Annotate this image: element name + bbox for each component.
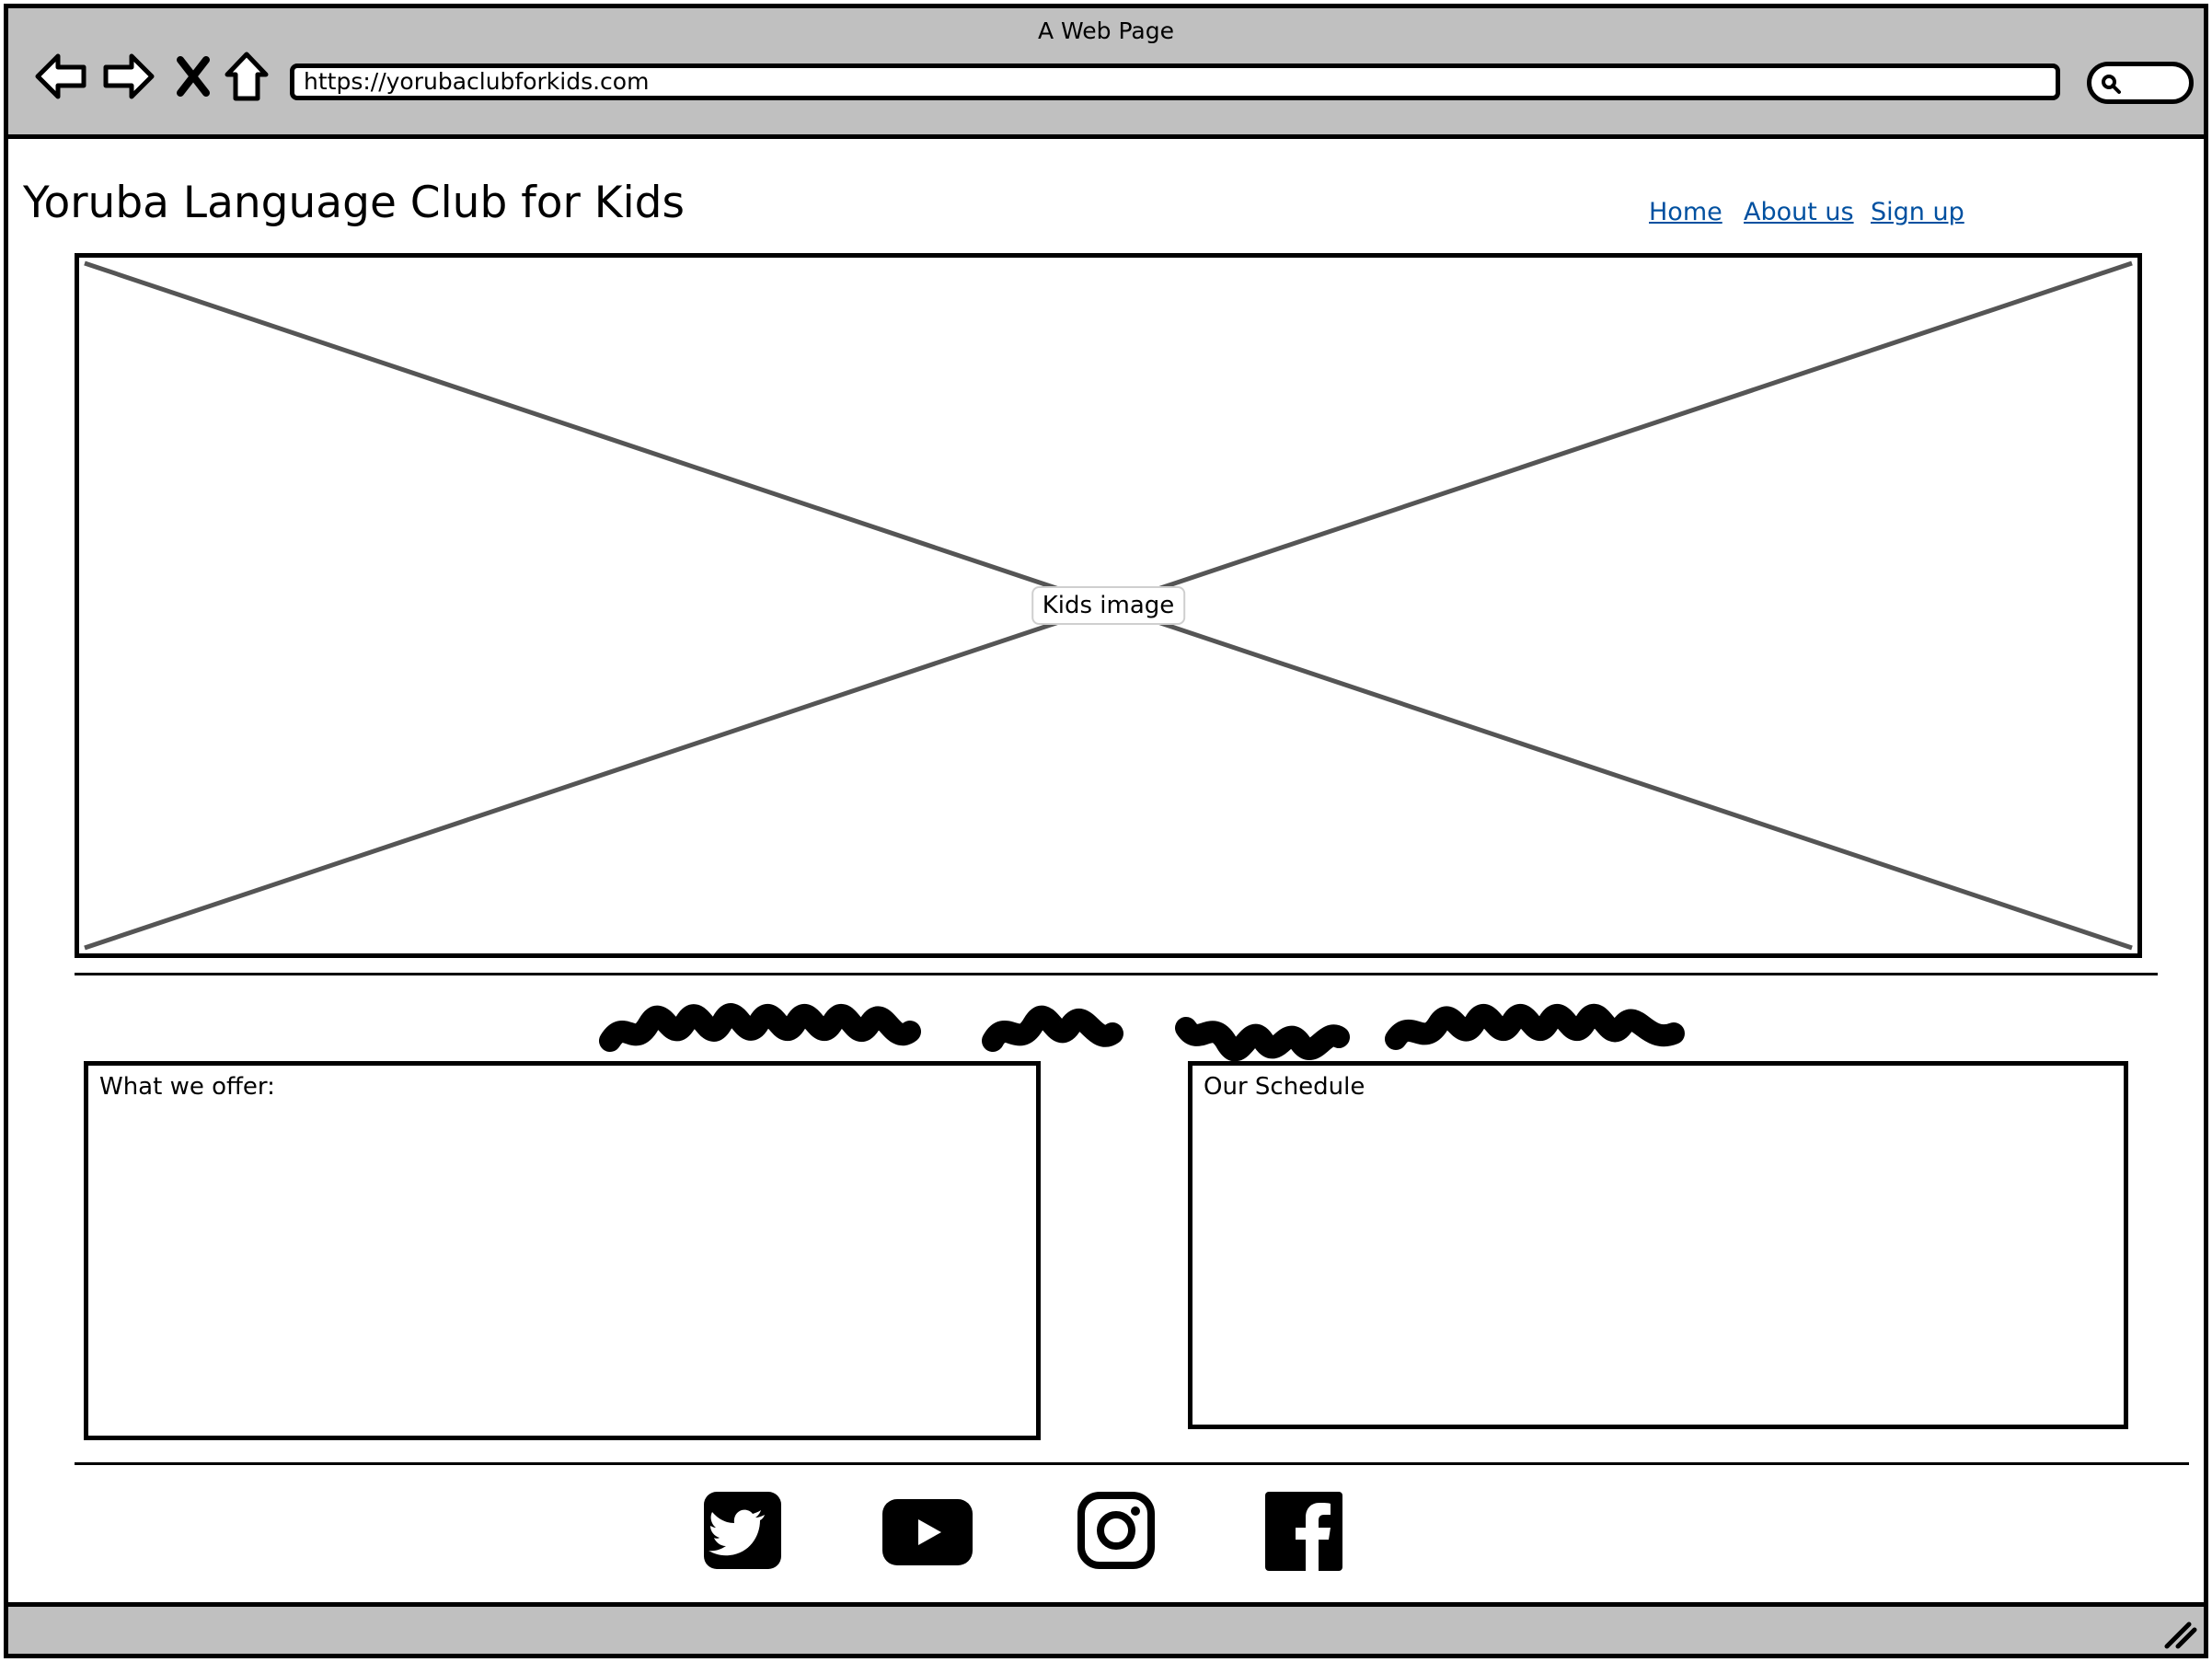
site-title: Yoruba Language Club for Kids <box>23 178 685 228</box>
home-icon[interactable] <box>218 49 275 104</box>
nav-link-about-us[interactable]: About us <box>1744 198 1854 226</box>
divider <box>75 973 2158 975</box>
what-we-offer-panel: What we offer: <box>84 1061 1041 1440</box>
divider <box>75 1462 2189 1465</box>
window-title: A Web Page <box>1037 17 1175 44</box>
nav-link-home[interactable]: Home <box>1649 198 1722 226</box>
url-bar[interactable]: https://yorubaclubforkids.com <box>290 63 2060 100</box>
browser-status-bar <box>8 1602 2204 1654</box>
hero-image-caption: Kids image <box>1031 586 1186 625</box>
what-we-offer-label: What we offer: <box>99 1073 275 1101</box>
our-schedule-label: Our Schedule <box>1204 1073 1365 1101</box>
search-field[interactable] <box>2087 62 2194 104</box>
close-icon[interactable] <box>165 49 222 104</box>
resize-grip-icon[interactable] <box>2161 1617 2198 1650</box>
instagram-icon[interactable] <box>1077 1492 1155 1573</box>
facebook-icon[interactable] <box>1265 1492 1342 1575</box>
forward-arrow-icon[interactable] <box>100 49 157 104</box>
youtube-icon[interactable] <box>882 1499 973 1569</box>
twitter-icon[interactable] <box>704 1492 781 1573</box>
search-icon <box>2102 75 2121 94</box>
browser-toolbar: A Web Page https://yorubaclubforkids.com <box>8 8 2204 139</box>
nav-link-sign-up[interactable]: Sign up <box>1871 198 1964 226</box>
browser-window: A Web Page https://yorubaclubforkids.com… <box>4 4 2208 1658</box>
scribbled-heading-placeholder <box>599 1003 1685 1062</box>
back-arrow-icon[interactable] <box>32 49 89 104</box>
hero-image-placeholder: Kids image <box>75 253 2142 958</box>
our-schedule-panel: Our Schedule <box>1188 1061 2128 1429</box>
